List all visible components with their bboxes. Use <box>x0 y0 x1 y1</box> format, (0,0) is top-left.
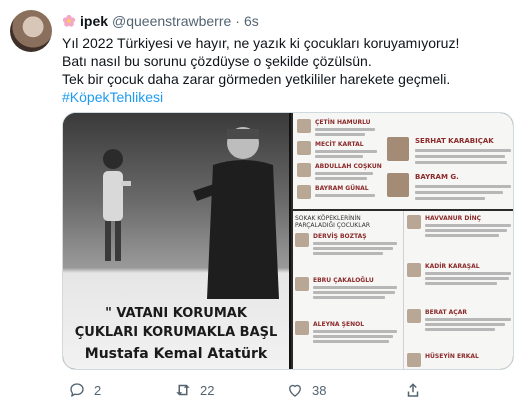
tweet[interactable]: ipek @queenstrawberre · 6s Yıl 2022 Türk… <box>0 0 524 406</box>
victim-name: HAVVANUR DİNÇ <box>425 215 482 222</box>
retweet-count: 22 <box>200 382 215 398</box>
quote-line: " VATANI KORUMAK <box>105 306 247 321</box>
victim-name: ABDULLAH COŞKUN <box>315 163 382 170</box>
separator-dot: · <box>235 13 240 29</box>
victims-list-image[interactable]: ÇETİN HAMURLU MECİT KARTAL ABDULLAH COŞK… <box>291 113 513 369</box>
share-icon <box>407 383 419 397</box>
like-button[interactable]: 38 <box>286 381 326 399</box>
reply-button[interactable]: 2 <box>68 381 101 399</box>
list-item: ABDULLAH COŞKUN <box>297 163 382 180</box>
quote-line: ÇUKLARI KORUMAKLA BAŞL <box>74 325 278 340</box>
tweet-line: Batı nasıl bu sorunu çözdüyse o şekilde … <box>62 53 372 69</box>
victim-name: BAYRAM G. <box>415 173 459 181</box>
victim-photo <box>297 141 311 155</box>
retweet-button[interactable]: 22 <box>174 381 214 399</box>
reply-count: 2 <box>94 382 102 398</box>
section-title: SOKAK KÖPEKLERİNİN PARÇALADIĞI ÇOCUKLAR <box>295 215 370 229</box>
tweet-header: ipek @queenstrawberre · 6s <box>62 12 259 30</box>
list-item: MECİT KARTAL <box>297 141 377 158</box>
victim-photo <box>387 137 409 161</box>
victim-name: SERHAT KARABIÇAK <box>415 137 494 145</box>
list-item: ALEYNA ŞENOL <box>295 321 397 343</box>
hashtag-link[interactable]: #KöpekTehlikesi <box>62 88 512 106</box>
victim-photo <box>295 233 309 247</box>
victim-photo <box>407 353 421 367</box>
avatar[interactable] <box>10 10 52 52</box>
victim-name: DERVİŞ BOZTAŞ <box>313 233 367 240</box>
tweet-line: Yıl 2022 Türkiyesi ve hayır, ne yazık ki… <box>62 35 460 51</box>
victim-name: BERAT AÇAR <box>425 309 467 316</box>
list-item: EBRU ÇAKALOĞLU <box>295 277 397 299</box>
tweet-media[interactable]: " VATANI KORUMAK ÇUKLARI KORUMAKLA BAŞL … <box>62 112 514 370</box>
list-item: BERAT AÇAR <box>407 309 511 331</box>
victim-photo <box>297 163 311 177</box>
victim-photo <box>407 215 421 229</box>
victim-photo <box>407 309 421 323</box>
list-item: ÇETİN HAMURLU <box>297 119 375 136</box>
victim-photo <box>387 173 409 197</box>
victim-name: HÜSEYİN ERKAL <box>425 353 479 360</box>
victim-name: EBRU ÇAKALOĞLU <box>313 277 374 284</box>
child-figure <box>103 149 131 261</box>
tweet-text: Yıl 2022 Türkiyesi ve hayır, ne yazık ki… <box>62 34 512 106</box>
list-item: HÜSEYİN ERKAL <box>407 353 479 367</box>
victim-photo <box>295 321 309 335</box>
divider <box>403 211 404 369</box>
flower-icon <box>62 14 76 28</box>
victim-name: ÇETİN HAMURLU <box>315 119 371 126</box>
quote-author: Mustafa Kemal Atatürk <box>84 346 268 362</box>
list-item: SERHAT KARABIÇAK <box>387 137 511 164</box>
victim-photo <box>407 263 421 277</box>
timestamp[interactable]: 6s <box>244 13 259 29</box>
victim-name: BAYRAM GÜNAL <box>315 185 369 192</box>
victim-photo <box>297 119 311 133</box>
victim-photo <box>295 277 309 291</box>
list-item: HAVVANUR DİNÇ <box>407 215 511 237</box>
list-item: DERVİŞ BOZTAŞ <box>295 233 397 255</box>
list-item: BAYRAM G. <box>387 173 511 200</box>
retweet-icon <box>176 384 190 396</box>
tweet-line: Tek bir çocuk daha zarar görmeden yetkil… <box>62 71 451 87</box>
reply-icon <box>70 383 84 397</box>
user-handle[interactable]: @queenstrawberre <box>112 13 231 29</box>
display-name[interactable]: ipek <box>80 13 108 29</box>
list-item: BAYRAM GÜNAL <box>297 185 375 199</box>
tweet-actions: 2 22 38 <box>62 380 514 400</box>
ataturk-photo[interactable]: " VATANI KORUMAK ÇUKLARI KORUMAKLA BAŞL … <box>63 113 289 369</box>
victim-name: MECİT KARTAL <box>315 141 364 148</box>
share-button[interactable] <box>404 381 422 399</box>
victim-name: KADİR KARAŞAL <box>425 263 480 270</box>
victim-photo <box>297 185 311 199</box>
list-item: KADİR KARAŞAL <box>407 263 511 285</box>
like-count: 38 <box>312 382 327 398</box>
quote-block: " VATANI KORUMAK ÇUKLARI KORUMAKLA BAŞL … <box>63 305 289 365</box>
divider <box>291 113 293 369</box>
ataturk-figure <box>193 127 279 299</box>
heart-icon <box>289 384 301 397</box>
victim-name: ALEYNA ŞENOL <box>313 321 365 328</box>
